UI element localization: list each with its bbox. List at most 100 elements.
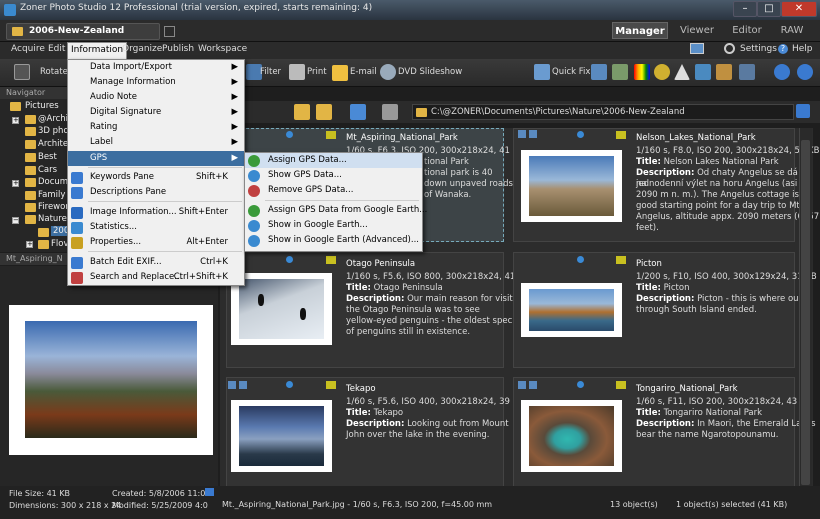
tab-raw[interactable]: RAW [772,22,812,39]
audio-icon [228,381,236,389]
menu-item-descriptions-pane[interactable]: Descriptions Pane [68,185,244,200]
card-desc-line: 2090 m n. m.). The Angelus cottage is a [636,190,807,200]
gps-item-remove-gps-data[interactable]: Remove GPS Data... [245,183,422,198]
tree-item-docum[interactable]: Docum [38,177,68,187]
menu-acquire[interactable]: Acquire [11,44,45,54]
expand-icon[interactable]: + [12,117,19,124]
menu-item-properties[interactable]: Properties... Alt+Enter [68,235,244,250]
menu-item-label[interactable]: Label ▶ [68,135,244,150]
menu-item-statistics[interactable]: Statistics... [68,220,244,235]
tree-item-cars[interactable]: Cars [38,165,57,175]
expand-icon[interactable]: + [12,180,19,187]
tree-item-archite[interactable]: Archite [38,139,68,149]
menu-item-batch-edit-exif[interactable]: Batch Edit EXIF... Ctrl+K [68,255,244,270]
menu-item-keywords-pane[interactable]: Keywords Pane Shift+K [68,170,244,185]
gps-icon [286,256,293,263]
menu-workspace[interactable]: Workspace [198,44,247,54]
refresh-icon[interactable] [796,104,810,118]
tool-icon-2[interactable] [612,64,628,80]
view-mode-icon[interactable] [382,104,398,120]
status-created: Created: 5/8/2006 11:08 [112,489,211,498]
dvd-icon[interactable] [380,64,396,80]
card-desc: Description: Picton - this is where our [636,294,803,304]
audio-icon [518,381,526,389]
menu-information[interactable]: Information [67,42,128,59]
document-tab[interactable]: 2006-New-Zealand [6,23,160,40]
camera-icon[interactable] [14,64,30,80]
help-button[interactable]: Help [792,44,813,54]
dvd-slideshow-button[interactable]: DVD Slideshow [398,67,462,77]
monitor-icon[interactable] [690,43,704,54]
tree-item-family[interactable]: Family [38,190,65,200]
path-field[interactable]: C:\@ZONER\Documents\Pictures\Nature\2006… [412,104,794,120]
menu-item-gps[interactable]: GPS ▶ [68,151,244,166]
picture-icon[interactable] [695,64,711,80]
menu-separator [265,200,419,201]
tab-editor[interactable]: Editor [726,22,768,39]
globe-icon [248,155,260,167]
folder-icon [12,27,23,36]
bulb-icon[interactable] [654,64,670,80]
gps-item-assign-gps-data-from-google-earth[interactable]: Assign GPS Data from Google Earth... [245,203,427,218]
quickfix-icon[interactable] [534,64,550,80]
tree-item-archi[interactable]: @Archi [38,114,68,124]
email-icon[interactable] [332,65,348,81]
collapse-icon[interactable]: − [12,217,19,224]
folder-icon [416,108,427,117]
menu-item-search-and-replace[interactable]: Search and Replace... Ctrl+Shift+K [68,270,244,285]
menu-item-manage-information[interactable]: Manage Information ▶ [68,75,244,90]
menu-edit[interactable]: Edit [48,44,65,54]
scrollbar-thumb[interactable] [801,140,810,485]
thumbnail-image [529,289,614,331]
email-button[interactable]: E-mail [350,67,377,77]
settings-button[interactable]: Settings [740,44,777,54]
menu-item-data-import-export[interactable]: Data Import/Export ▶ [68,60,244,75]
menu-icon [71,172,83,184]
favorites-icon[interactable] [316,104,332,120]
menu-item-digital-signature[interactable]: Digital Signature ▶ [68,105,244,120]
menu-publish[interactable]: Publish [162,44,194,54]
edit-icon[interactable] [164,26,175,37]
tree-item-firewor[interactable]: Firewor [38,202,69,212]
maximize-button[interactable]: □ [757,1,781,17]
folder-icon [25,203,36,212]
card-desc-line: jednodenní výlet na horu Angelus (asi [636,179,798,189]
folder-icon [25,115,36,124]
print-icon[interactable] [289,64,305,80]
minimize-button[interactable]: – [733,1,757,17]
folder-icon [25,178,36,187]
menu-item-image-information[interactable]: Image Information... Shift+Enter [68,205,244,220]
gps-item-show-gps-data[interactable]: Show GPS Data... [245,168,422,183]
zoom-out-icon[interactable] [797,64,813,80]
status-selected: 1 object(s) selected (41 KB) [676,500,788,509]
tab-manager[interactable]: Manager [612,22,668,39]
rainbow-icon[interactable] [634,64,650,80]
menu-icon [71,207,83,219]
frame-icon[interactable] [716,64,732,80]
gps-item-show-in-google-earth-advanced[interactable]: Show in Google Earth (Advanced)... [245,233,422,248]
tool-icon-1[interactable] [591,64,607,80]
filter-button[interactable]: Filter [260,67,281,77]
tree-item-nature[interactable]: Nature [38,214,67,224]
menu-item-rating[interactable]: Rating ▶ [68,120,244,135]
info-dropdown-icon[interactable] [205,488,214,496]
export-icon[interactable] [739,64,755,80]
folder-icon [25,191,36,200]
folder-up-icon[interactable] [294,104,310,120]
print-button[interactable]: Print [307,67,327,77]
menu-item-audio-note[interactable]: Audio Note ▶ [68,90,244,105]
quickfix-button[interactable]: Quick Fix [552,67,590,77]
menu-organize[interactable]: Organize [122,44,162,54]
gps-item-show-in-google-earth[interactable]: Show in Google Earth... [245,218,422,233]
tab-viewer[interactable]: Viewer [670,22,724,39]
tree-item-flov[interactable]: Flov [51,239,68,249]
sort-icon[interactable] [350,104,366,120]
expand-icon[interactable]: + [26,241,33,248]
tree-item-pictures[interactable]: Pictures [25,101,59,111]
close-button[interactable]: ✕ [781,1,817,17]
tree-item-best[interactable]: Best [38,152,57,162]
card-meta: 1/200 s, F10, ISO 400, 300x129x24, 31 KB [636,272,817,282]
zoom-in-icon[interactable] [774,64,790,80]
card-desc: Description: Looking out from Mount [346,419,509,429]
gps-item-assign-gps-data[interactable]: Assign GPS Data... [245,153,422,168]
